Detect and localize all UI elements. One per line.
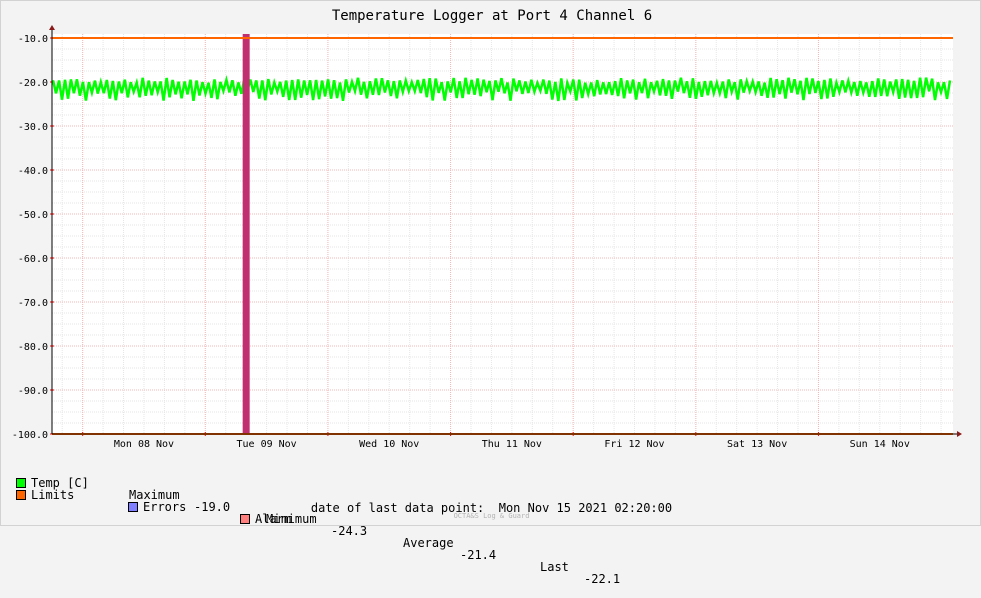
x-tick-label: Sat 13 Nov (727, 439, 787, 450)
legend-limits-label: Limits (31, 488, 75, 502)
y-tick-label: -70.0 (18, 298, 48, 309)
x-tick-label: Mon 08 Nov (114, 439, 174, 450)
chart-title: Temperature Logger at Port 4 Channel 6 (332, 8, 652, 24)
stat-average-label: Average (403, 536, 454, 550)
y-tick-label: -50.0 (18, 210, 48, 221)
y-tick-label: -10.0 (18, 34, 48, 45)
limits-swatch (16, 490, 26, 500)
stat-minimum-value: -24.3 (331, 524, 368, 538)
x-tick-label: Tue 09 Nov (236, 439, 296, 450)
x-tick-label: Wed 10 Nov (359, 439, 419, 450)
x-tick-label: Sun 14 Nov (850, 439, 910, 450)
footer-credit: OCTA&S Log & Guard (453, 512, 530, 520)
legend-limits: Limits (16, 489, 74, 501)
y-tick-label: -80.0 (18, 342, 48, 353)
stat-last-label: Last (540, 560, 569, 574)
x-tick-label: Thu 11 Nov (482, 439, 542, 450)
y-tick-label: -40.0 (18, 166, 48, 177)
chart-svg: Temperature Logger at Port 4 Channel 6 -… (12, 8, 962, 450)
x-tick-label: Fri 12 Nov (604, 439, 664, 450)
y-tick-label: -60.0 (18, 254, 48, 265)
y-tick-label: -30.0 (18, 122, 48, 133)
stat-average-value: -21.4 (460, 548, 497, 562)
alarm-marker (242, 34, 250, 434)
plot-area: -10.0 -20.0 -30.0 -40.0 -50.0 -60.0 -70.0 -80.0… (12, 25, 962, 450)
x-axis-arrow (957, 431, 962, 437)
y-tick-label: -100.0 (12, 430, 48, 441)
stat-last-value: -22.1 (584, 572, 621, 586)
y-tick-label: -20.0 (18, 78, 48, 89)
y-axis-arrow (49, 25, 55, 30)
chart-frame: Temperature Logger at Port 4 Channel 6 -… (0, 0, 981, 585)
y-tick-label: -90.0 (18, 386, 48, 397)
